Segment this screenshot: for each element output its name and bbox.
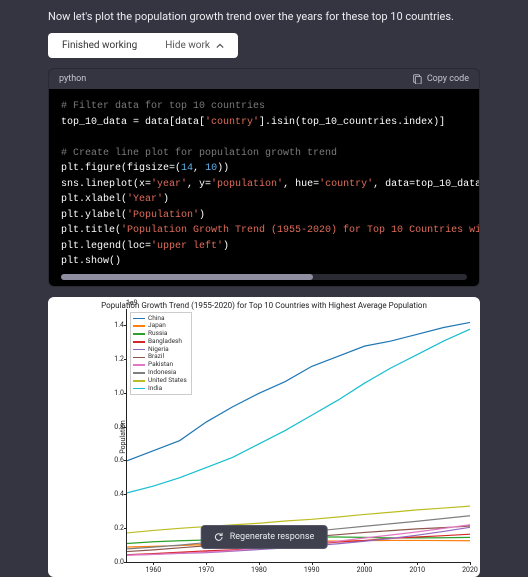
work-toggle-button[interactable]: Finished working Hide work [48,33,238,58]
code-body: # Filter data for top 10 countries top_1… [49,89,479,286]
code-horizontal-scrollbar[interactable] [61,274,467,280]
intro-text: Now let's plot the population growth tre… [48,10,480,23]
ytick-label: 0.4 [114,490,124,498]
xtick-label: 2020 [462,566,478,574]
ytick-label: 1.4 [114,321,124,329]
code-header: python Copy code [49,69,479,89]
xtick-label: 1980 [251,566,267,574]
ytick-label: 0.2 [114,524,124,532]
ytick-label: 0.6 [114,456,124,464]
copy-code-button[interactable]: Copy code [412,74,469,84]
clipboard-icon [412,74,422,84]
legend-swatch [133,388,145,390]
legend-swatch [133,333,145,335]
chevron-up-icon [216,42,224,50]
copy-code-label: Copy code [427,74,469,84]
chart-exponent: 1e9 [126,299,138,307]
ytick-label: 1.0 [114,389,124,397]
legend-swatch [133,349,145,351]
xtick-label: 2000 [357,566,373,574]
regenerate-label: Regenerate response [230,532,315,542]
xtick-label: 1990 [304,566,320,574]
regenerate-response-button[interactable]: Regenerate response [201,525,328,549]
legend-swatch [133,357,145,359]
legend-swatch [133,364,145,366]
ytick-label: 1.2 [114,355,124,363]
chart-legend: ChinaJapanRussiaBangladeshNigeriaBrazilP… [130,312,192,396]
ytick-label: 0.0 [114,558,124,566]
legend-swatch [133,372,145,374]
ytick-label: 0.8 [114,423,124,431]
legend-swatch [133,318,145,320]
xtick-label: 2010 [409,566,425,574]
work-status-label: Finished working [62,40,137,51]
hide-work-label: Hide work [165,40,210,51]
legend-swatch [133,341,145,343]
legend-swatch [133,380,145,382]
refresh-icon [214,532,224,542]
code-language-label: python [59,74,86,84]
scrollbar-thumb[interactable] [61,274,313,280]
legend-swatch [133,325,145,327]
legend-item: India [133,385,187,393]
xtick-label: 1970 [198,566,214,574]
xtick-label: 1960 [146,566,162,574]
legend-label: India [148,385,162,393]
code-block: python Copy code # Filter data for top 1… [48,68,480,287]
